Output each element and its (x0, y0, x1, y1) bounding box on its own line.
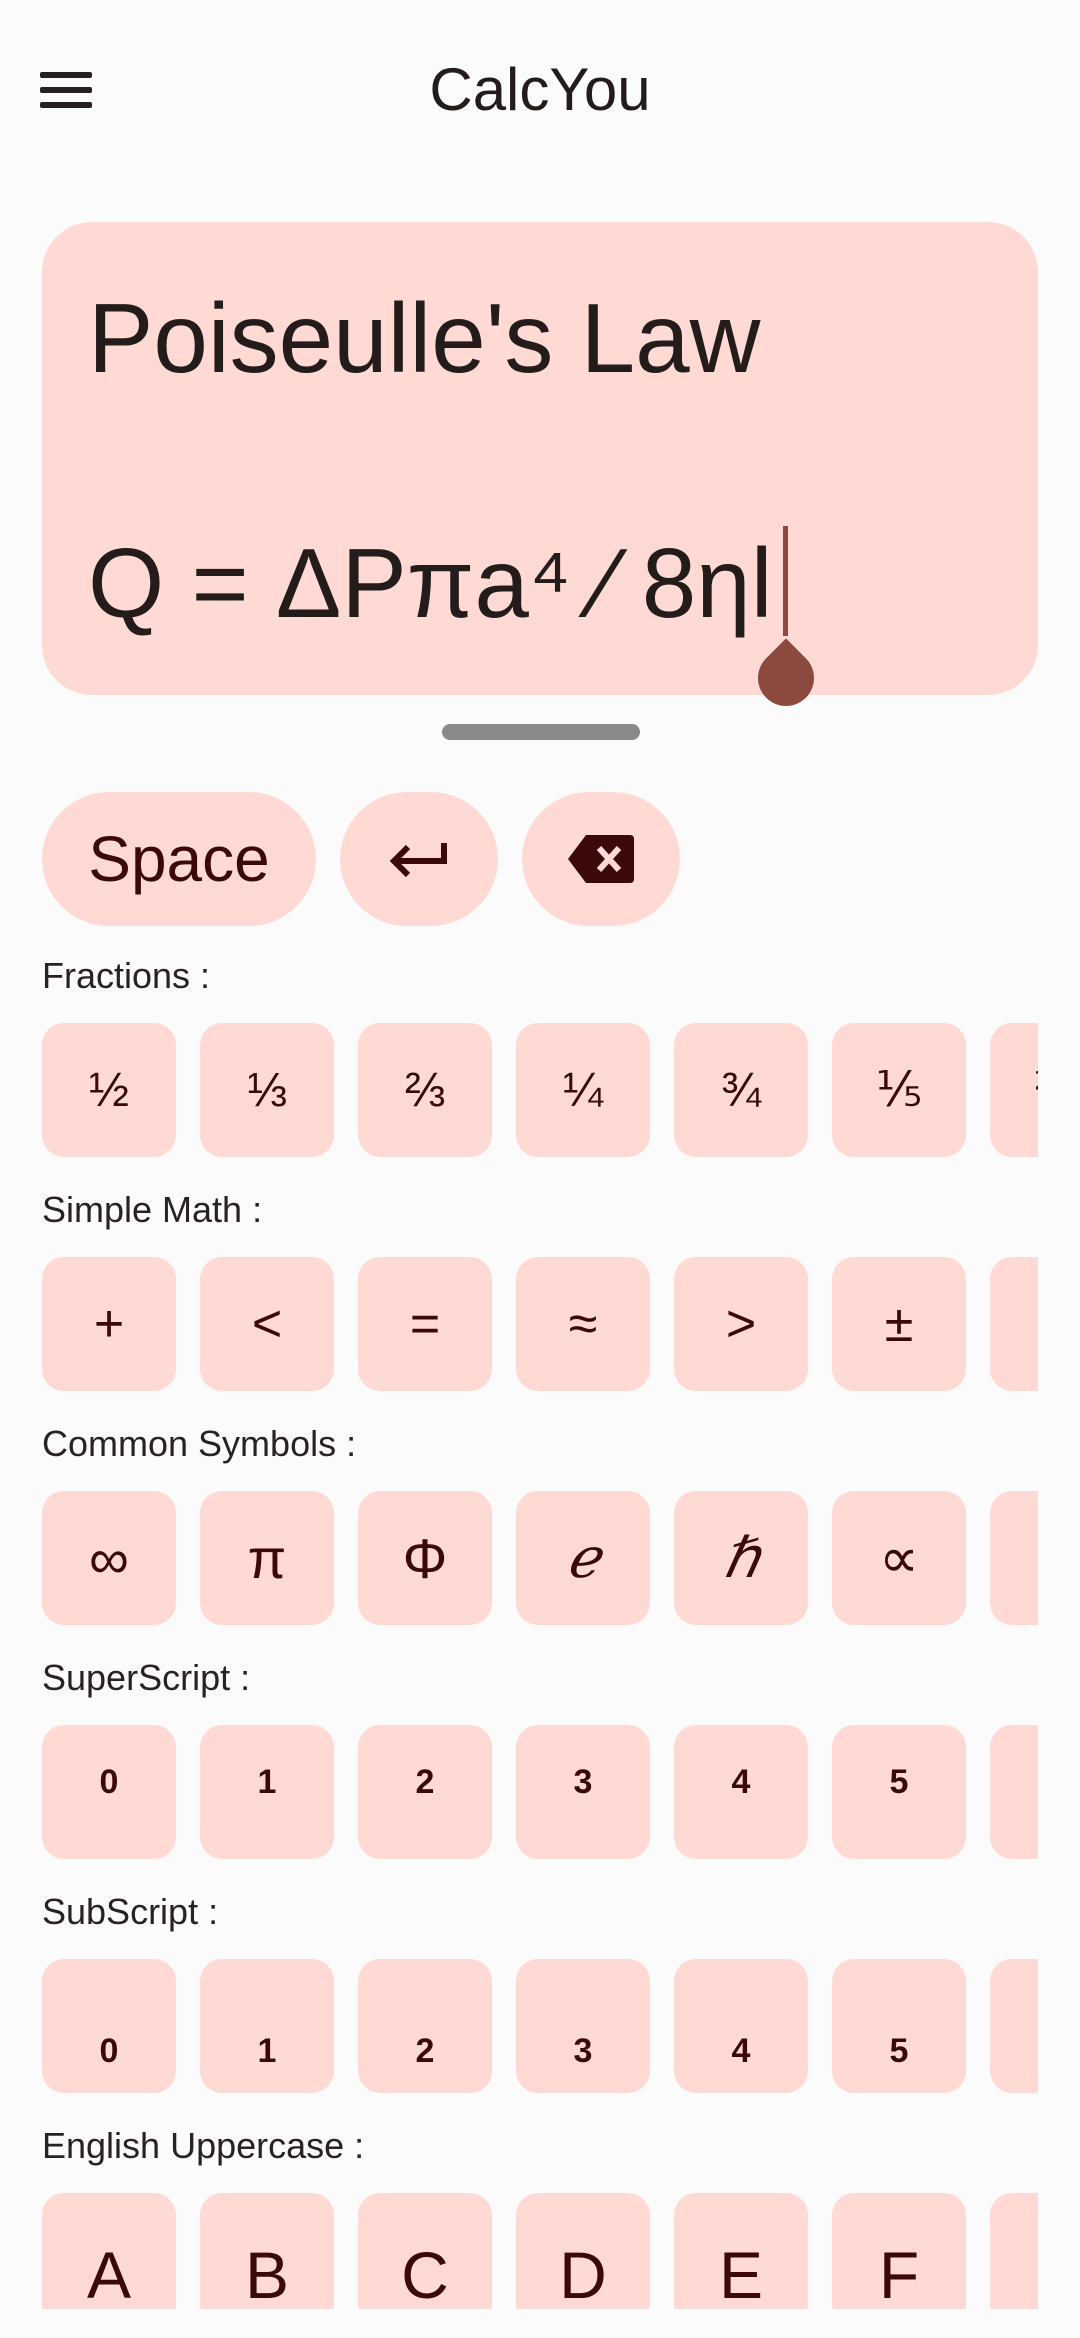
key-uppercase-letter[interactable]: A (42, 2193, 176, 2309)
panel-drag-handle[interactable] (442, 724, 640, 740)
subscript-key-row: 0 1 2 3 4 5 (42, 1959, 1038, 2095)
key-subscript[interactable] (990, 1959, 1038, 2093)
key-fraction[interactable]: ½ (42, 1023, 176, 1157)
key-superscript[interactable]: 1 (200, 1725, 334, 1859)
key-greater-than[interactable]: > (674, 1257, 808, 1391)
action-row: Space (42, 792, 1042, 926)
key-subscript[interactable]: 0 (42, 1959, 176, 2093)
key-subscript[interactable]: 3 (516, 1959, 650, 2093)
english-uppercase-section-label: English Uppercase : (42, 2125, 365, 2166)
subscript-section-label: SubScript : (42, 1891, 219, 1932)
expression-display[interactable]: Poiseulle's Law Q = ΔPπa⁴ ⁄ 8ηl (42, 222, 1038, 718)
key-equals[interactable]: = (358, 1257, 492, 1391)
fractions-key-row: ½ ⅓ ⅔ ¼ ¾ ⅕ ⅖ (42, 1023, 1038, 1159)
backspace-button[interactable] (522, 792, 680, 926)
cursor-drag-handle[interactable] (746, 638, 826, 718)
key-h-bar[interactable]: ℏ (674, 1491, 808, 1625)
text-cursor (783, 526, 788, 636)
key-subscript[interactable]: 4 (674, 1959, 808, 2093)
display-title-line: Poiseulle's Law (88, 283, 761, 393)
superscript-section-label: SuperScript : (42, 1657, 251, 1698)
key-proportional[interactable]: ∝ (832, 1491, 966, 1625)
key-uppercase-letter[interactable]: F (832, 2193, 966, 2309)
key-fraction[interactable]: ⅓ (200, 1023, 334, 1157)
key-infinity[interactable]: ∞ (42, 1491, 176, 1625)
key-plus-minus[interactable]: ± (832, 1257, 966, 1391)
key-uppercase-letter[interactable]: E (674, 2193, 808, 2309)
key-phi[interactable]: Φ (358, 1491, 492, 1625)
key-fraction[interactable]: ¼ (516, 1023, 650, 1157)
backspace-icon (568, 835, 634, 883)
key-superscript[interactable] (990, 1725, 1038, 1859)
simple-math-key-row: + < = ≈ > ± (42, 1257, 1038, 1393)
key-fraction[interactable]: ⅔ (358, 1023, 492, 1157)
key-superscript[interactable]: 5 (832, 1725, 966, 1859)
key-fraction[interactable]: ⅖ (990, 1023, 1038, 1157)
key-pi[interactable]: π (200, 1491, 334, 1625)
key-less-than[interactable]: < (200, 1257, 334, 1391)
fractions-section-label: Fractions : (42, 955, 211, 996)
key-uppercase-letter[interactable]: D (516, 2193, 650, 2309)
enter-button[interactable] (340, 792, 498, 926)
key-subscript[interactable]: 5 (832, 1959, 966, 2093)
key-superscript[interactable]: 0 (42, 1725, 176, 1859)
enter-return-icon (389, 843, 447, 878)
key-approx[interactable]: ≈ (516, 1257, 650, 1391)
key-euler[interactable]: ℯ (516, 1491, 650, 1625)
key-simple-math[interactable] (990, 1257, 1038, 1391)
key-superscript[interactable]: 2 (358, 1725, 492, 1859)
space-button[interactable]: Space (42, 792, 316, 926)
key-uppercase-letter[interactable] (990, 2193, 1038, 2309)
key-subscript[interactable]: 1 (200, 1959, 334, 2093)
key-plus[interactable]: + (42, 1257, 176, 1391)
common-symbols-section-label: Common Symbols : (42, 1423, 357, 1464)
key-superscript[interactable]: 4 (674, 1725, 808, 1859)
english-uppercase-key-row: A B C D E F (42, 2193, 1038, 2309)
top-app-bar: CalcYou (0, 0, 1080, 190)
key-superscript[interactable]: 3 (516, 1725, 650, 1859)
app-title: CalcYou (429, 56, 651, 123)
key-uppercase-letter[interactable]: B (200, 2193, 334, 2309)
simple-math-section-label: Simple Math : (42, 1189, 263, 1230)
key-fraction[interactable]: ⅕ (832, 1023, 966, 1157)
common-symbols-key-row: ∞ π Φ ℯ ℏ ∝ (42, 1491, 1038, 1627)
key-subscript[interactable]: 2 (358, 1959, 492, 2093)
display-formula-line: Q = ΔPπa⁴ ⁄ 8ηl (88, 528, 773, 638)
superscript-key-row: 0 1 2 3 4 5 (42, 1725, 1038, 1861)
key-fraction[interactable]: ¾ (674, 1023, 808, 1157)
key-uppercase-letter[interactable]: C (358, 2193, 492, 2309)
key-symbol[interactable] (990, 1491, 1038, 1625)
